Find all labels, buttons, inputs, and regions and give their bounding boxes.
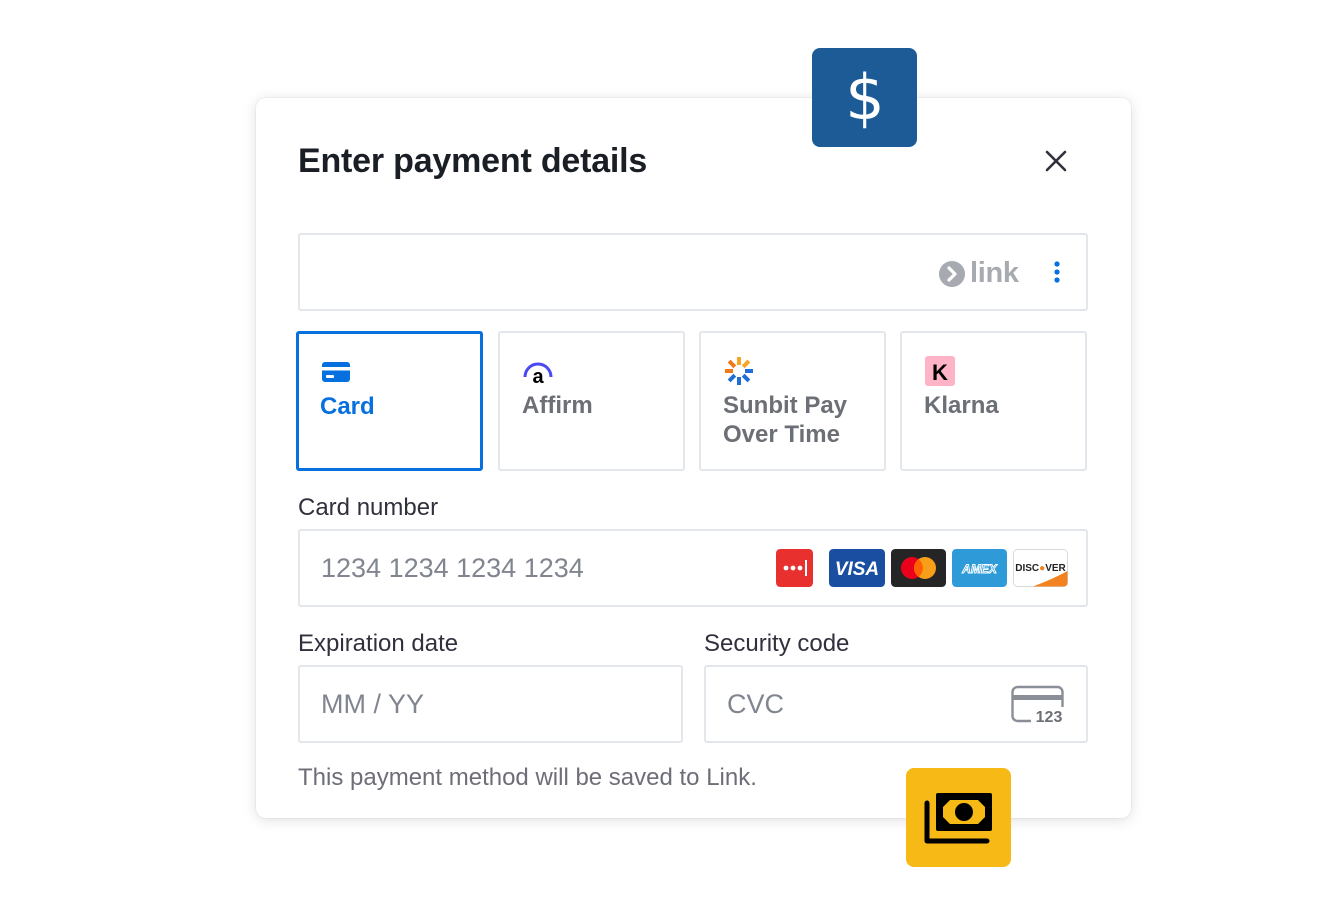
modal-title: Enter payment details <box>298 142 648 180</box>
link-logo-text: link <box>970 257 1019 289</box>
tab-klarna-label: Klarna <box>924 392 999 419</box>
visa-icon: VISA <box>829 549 885 587</box>
svg-text:VISA: VISA <box>835 559 879 580</box>
tab-affirm-label: Affirm <box>522 392 593 419</box>
card-brand-icons: VISA AMEX DISC●VER <box>776 549 1074 587</box>
discover-icon: DISC●VER <box>1013 549 1068 587</box>
svg-text:a: a <box>532 366 544 387</box>
svg-text:AMEX: AMEX <box>961 562 998 576</box>
payment-modal: Enter payment details link Card a Affirm… <box>256 98 1131 818</box>
security-code-label: Security code <box>704 630 850 657</box>
expiration-field[interactable]: MM / YY <box>298 665 683 743</box>
tab-card-label: Card <box>320 393 375 420</box>
tab-klarna[interactable]: K Klarna <box>900 331 1087 471</box>
close-button[interactable] <box>1041 146 1071 176</box>
mastercard-icon <box>891 549 946 587</box>
link-logo: link <box>938 257 1019 290</box>
affirm-logo-icon: a <box>523 362 553 387</box>
card-number-placeholder: 1234 1234 1234 1234 <box>321 553 584 583</box>
save-to-link-note: This payment method will be saved to Lin… <box>298 764 757 791</box>
card-number-label: Card number <box>298 494 439 521</box>
security-code-field[interactable]: CVC 123 <box>704 665 1088 743</box>
link-autofill-field[interactable]: link <box>298 233 1088 311</box>
expiration-placeholder: MM / YY <box>321 689 425 719</box>
link-card-icon <box>776 549 813 587</box>
credit-card-icon <box>322 362 350 382</box>
svg-text:$: $ <box>845 63 884 133</box>
cash-stack-icon <box>924 792 992 843</box>
cash-badge <box>906 768 1011 867</box>
link-menu-button[interactable] <box>1050 259 1064 287</box>
dollar-badge: $ <box>812 48 917 147</box>
cvc-card-icon: 123 <box>1011 685 1067 725</box>
link-arrow-icon <box>939 260 965 287</box>
svg-text:DISC●VER: DISC●VER <box>1015 563 1066 574</box>
sunbit-logo-icon <box>725 357 753 385</box>
tab-card[interactable]: Card <box>296 331 483 471</box>
more-vertical-icon <box>1054 261 1060 283</box>
klarna-logo-icon: K <box>925 356 955 386</box>
cvc-icon-text: 123 <box>1036 709 1063 725</box>
amex-icon: AMEX <box>952 549 1007 587</box>
close-icon <box>1045 150 1067 172</box>
security-code-placeholder: CVC <box>727 689 785 719</box>
tab-affirm[interactable]: a Affirm <box>498 331 685 471</box>
svg-text:K: K <box>932 360 948 385</box>
expiration-label: Expiration date <box>298 630 459 657</box>
card-number-field[interactable]: 1234 1234 1234 1234 VISA AMEX DISC●VER <box>298 529 1088 607</box>
tab-sunbit-label: Sunbit Pay Over Time <box>723 392 848 448</box>
payment-method-tabs: Card a Affirm Sunbit Pay Over Time K Kla… <box>296 331 1090 473</box>
dollar-icon: $ <box>845 63 884 133</box>
tab-sunbit[interactable]: Sunbit Pay Over Time <box>699 331 886 471</box>
